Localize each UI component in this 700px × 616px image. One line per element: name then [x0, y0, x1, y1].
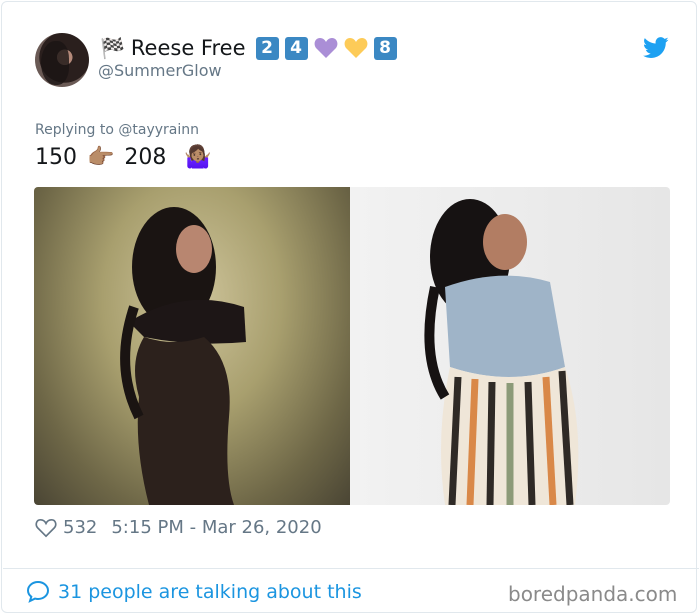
tweet-text: 150 👉🏽 208 🤷🏽‍♀️ [35, 145, 212, 170]
tweet-meta: 532 5:15 PM - Mar 26, 2020 [35, 517, 322, 538]
keycap-two-emoji: 2 [255, 36, 279, 60]
divider [3, 568, 699, 569]
conversation-link[interactable]: 31 people are talking about this [26, 580, 362, 604]
replying-to[interactable]: Replying to @tayyrainn [35, 122, 199, 138]
number-left: 150 [35, 145, 77, 170]
shrug-emoji: 🤷🏽‍♀️ [184, 145, 212, 170]
watermark: boredpanda.com [508, 582, 678, 606]
yellow-heart-icon [344, 37, 368, 59]
heart-outline-icon[interactable] [35, 518, 57, 538]
checkered-flag-emoji: 🏁 [100, 36, 125, 60]
purple-heart-icon [314, 37, 338, 59]
speech-bubble-icon [26, 580, 50, 603]
figure-left-silhouette [120, 207, 246, 505]
conversation-text[interactable]: 31 people are talking about this [58, 581, 362, 603]
user-display-name[interactable]: Reese Free [131, 36, 246, 60]
user-name-row[interactable]: 🏁 Reese Free 2 4 8 [100, 34, 397, 62]
avatar[interactable] [35, 33, 89, 87]
twitter-bird-icon[interactable] [643, 37, 669, 59]
photo-left[interactable] [34, 187, 350, 505]
keycap-eight-emoji: 8 [373, 36, 397, 60]
tweet-card: 🏁 Reese Free 2 4 8 @SummerGlow Replying … [1, 1, 699, 613]
user-handle[interactable]: @SummerGlow [98, 61, 222, 80]
pointing-right-emoji: 👉🏽 [87, 145, 115, 170]
tweet-media[interactable] [34, 187, 670, 505]
timestamp[interactable]: 5:15 PM - Mar 26, 2020 [111, 517, 321, 538]
keycap-four-emoji: 4 [284, 36, 308, 60]
like-count[interactable]: 532 [63, 517, 97, 538]
number-right: 208 [124, 145, 167, 170]
photo-right[interactable] [350, 187, 670, 505]
figure-right-silhouette [424, 199, 579, 505]
